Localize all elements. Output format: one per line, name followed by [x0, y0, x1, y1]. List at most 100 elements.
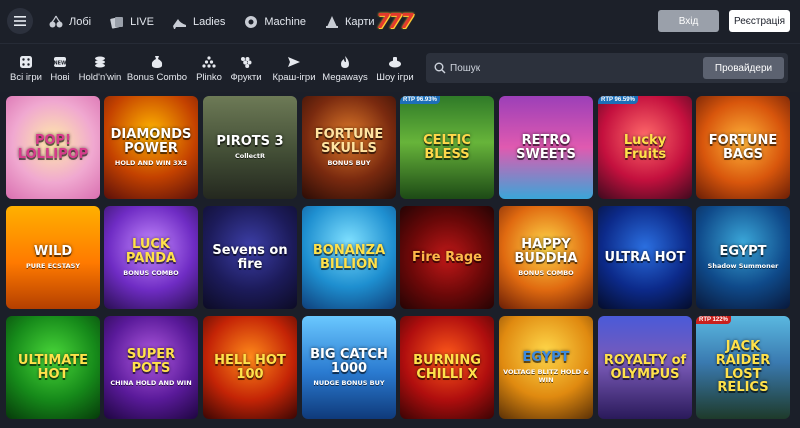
heels-icon [172, 14, 188, 30]
nav-item-ladies[interactable]: Ladies [172, 0, 225, 43]
game-tile[interactable]: POP! LOLLIPOP [6, 96, 100, 199]
category-megaways[interactable]: Megaways [322, 44, 368, 93]
games-grid: POP! LOLLIPOP DIAMONDS POWER HOLD AND WIN … [0, 92, 800, 428]
register-button[interactable]: Реєстрація [729, 10, 790, 32]
game-title: BURNING CHILLI X [413, 352, 481, 382]
plinko-icon [201, 55, 217, 69]
game-title: CELTIC BLESS [423, 132, 471, 162]
game-title: HAPPY BUDDHA [514, 237, 578, 266]
category-crash-games[interactable]: Краш-ігри [268, 44, 320, 93]
category-fruits[interactable]: Фрукти [228, 44, 264, 93]
category-label: Шоу ігри [376, 71, 414, 83]
svg-text:NEW: NEW [53, 60, 67, 66]
game-tile[interactable]: HELL HOT 100 [203, 316, 297, 419]
game-title: PIROTS 3 [216, 134, 284, 150]
game-subtitle: NUDGE BONUS BUY [313, 378, 385, 387]
game-subtitle: PURE ECSTASY [25, 261, 81, 270]
game-tile[interactable]: BONANZA BILLION [302, 206, 396, 309]
nav-label: Карти [344, 15, 375, 28]
game-tile[interactable]: BURNING CHILLI X [400, 316, 494, 419]
nav-label: Ladies [192, 15, 226, 28]
category-all-games[interactable]: Всі ігри [6, 44, 46, 93]
game-title: RETRO SWEETS [516, 132, 576, 162]
cards-icon [109, 14, 125, 30]
game-title: WILD [33, 244, 73, 260]
game-tile[interactable]: BIG CATCH 1000 NUDGE BONUS BUY [302, 316, 396, 419]
dice-icon [18, 55, 34, 69]
hamburger-menu-button[interactable] [7, 8, 33, 34]
game-tile[interactable]: ROYALTY of OLYMPUS [598, 316, 692, 419]
category-new[interactable]: NEW Нові [46, 44, 74, 93]
nav-item-machine[interactable]: Machine [243, 0, 306, 43]
game-title: Lucky Fruits [623, 132, 667, 162]
game-tile[interactable]: EGYPT VOLTAGE BLITZ HOLD & WIN [499, 316, 593, 419]
game-subtitle: BONUS BUY [327, 158, 371, 167]
category-label: Фрукти [230, 71, 262, 83]
game-subtitle: BONUS COMBO [123, 268, 179, 277]
game-title: Fire Rage [412, 249, 482, 265]
show-icon [387, 55, 403, 69]
category-label: Megaways [322, 71, 368, 83]
machine-icon [243, 14, 259, 30]
category-label: Нові [50, 71, 70, 83]
category-plinko[interactable]: Plinko [192, 44, 226, 93]
category-hold-n-win[interactable]: Hold'n'win [76, 44, 124, 93]
category-bonus-combo[interactable]: Bonus Combo [126, 44, 188, 93]
game-tile[interactable]: Sevens on fire [203, 206, 297, 309]
nav-item-lobby[interactable]: Лобі [48, 0, 91, 43]
cherries-icon [48, 14, 64, 30]
game-title: HELL HOT 100 [214, 352, 286, 382]
game-tile[interactable]: Fire Rage [400, 206, 494, 309]
game-tile[interactable]: EGYPT Shadow Summoner [696, 206, 790, 309]
game-subtitle: BONUS COMBO [518, 268, 574, 277]
game-subtitle: Shadow Summoner [707, 261, 779, 270]
nav-label: Лобі [69, 15, 92, 28]
game-tile[interactable]: ULTIMATE HOT [6, 316, 100, 419]
providers-button[interactable]: Провайдери [703, 57, 784, 79]
game-tile[interactable]: RTP 122% JACK RAIDER LOST RELICS [696, 316, 790, 419]
game-title: ULTIMATE HOT [17, 352, 89, 382]
category-label: Краш-ігри [272, 71, 316, 83]
nav-label: Machine [264, 15, 306, 28]
nav-item-live[interactable]: LIVE [109, 0, 154, 43]
game-title: EGYPT [522, 350, 570, 366]
game-subtitle: CollectR [234, 151, 266, 160]
game-tile[interactable]: WILD PURE ECSTASY [6, 206, 100, 309]
hamburger-icon [14, 16, 26, 26]
game-title: ULTRA HOT [604, 249, 686, 265]
flame-icon [337, 55, 353, 69]
game-tile[interactable]: RETRO SWEETS [499, 96, 593, 199]
coins-icon [92, 55, 108, 69]
game-title: BIG CATCH 1000 [310, 347, 388, 376]
game-subtitle: CHINA HOLD AND WIN [110, 378, 192, 387]
game-subtitle: HOLD AND WIN 3X3 [114, 158, 188, 167]
search-input[interactable] [450, 60, 700, 76]
category-show-games[interactable]: Шоу ігри [372, 44, 418, 93]
game-title: ROYALTY of OLYMPUS [603, 352, 687, 382]
category-label: Plinko [196, 71, 222, 83]
game-tile[interactable]: SUPER POTS CHINA HOLD AND WIN [104, 316, 198, 419]
game-tile[interactable]: DIAMONDS POWER HOLD AND WIN 3X3 [104, 96, 198, 199]
plane-icon [286, 55, 302, 69]
category-label: Hold'n'win [78, 71, 122, 83]
top-bar: Лобі LIVE Ladies Machine Карти 777 Вхід … [0, 0, 800, 43]
site-logo[interactable]: 777 [376, 9, 416, 33]
game-title: FORTUNE BAGS [708, 132, 778, 162]
money-bag-icon [149, 55, 165, 69]
login-button[interactable]: Вхід [658, 10, 719, 32]
game-tile[interactable]: FORTUNE BAGS [696, 96, 790, 199]
game-title: FORTUNE SKULLS [314, 127, 384, 156]
game-tile[interactable]: LUCK PANDA BONUS COMBO [104, 206, 198, 309]
game-title: DIAMONDS POWER [110, 127, 192, 156]
rtp-badge: RTP 96.59% [598, 96, 638, 104]
game-tile[interactable]: PIROTS 3 CollectR [203, 96, 297, 199]
nav-item-cards[interactable]: Карти [324, 0, 375, 43]
game-title: SUPER POTS [126, 347, 176, 376]
game-tile[interactable]: HAPPY BUDDHA BONUS COMBO [499, 206, 593, 309]
game-tile[interactable]: FORTUNE SKULLS BONUS BUY [302, 96, 396, 199]
game-title: JACK RAIDER LOST RELICS [715, 339, 771, 396]
game-tile[interactable]: ULTRA HOT [598, 206, 692, 309]
nav-label: LIVE [130, 15, 154, 28]
game-tile[interactable]: RTP 96.59% Lucky Fruits [598, 96, 692, 199]
game-tile[interactable]: RTP 96.93% CELTIC BLESS [400, 96, 494, 199]
